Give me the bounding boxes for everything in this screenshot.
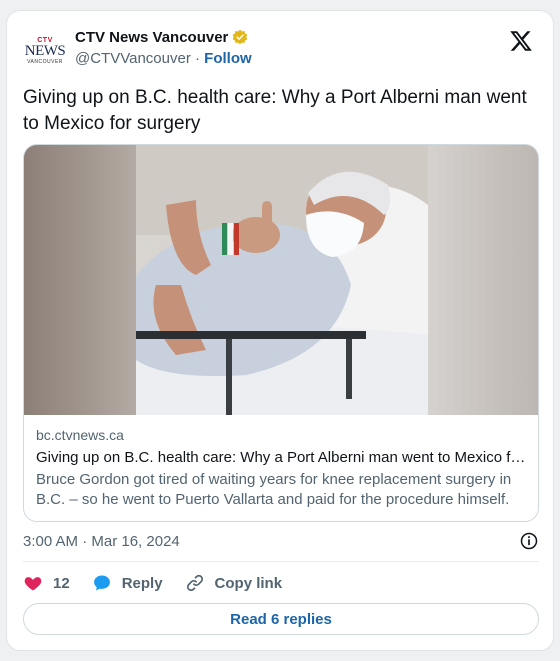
display-name[interactable]: CTV News Vancouver [75,29,228,46]
display-name-row: CTV News Vancouver [75,27,252,47]
tweet-timestamp[interactable]: 3:00 AM · Mar 16, 2024 [23,533,180,550]
action-bar: 12 Reply Copy link [23,571,304,595]
link-preview-card[interactable]: bc.ctvnews.ca Giving up on B.C. health c… [23,144,539,522]
read-replies-button[interactable]: Read 6 replies [23,603,539,635]
account-names: CTV News Vancouver @CTVVancouver · Follo… [75,27,252,68]
logo-city-text: VANCOUVER [27,59,63,65]
account-avatar[interactable]: CTV NEWS VANCOUVER [23,31,67,71]
reply-label: Reply [121,574,163,592]
logo-news-text: NEWS [24,43,66,59]
divider [23,561,539,562]
tweet-embed-card: CTV NEWS VANCOUVER CTV News Vancouver @C… [6,10,554,651]
account-handle[interactable]: @CTVVancouver [75,50,191,67]
reply-bubble-icon [93,575,110,591]
tweet-text: Giving up on B.C. health care: Why a Por… [23,87,527,134]
verified-badge-icon [233,29,248,45]
link-preview-image[interactable] [24,145,538,415]
link-title[interactable]: Giving up on B.C. health care: Why a Por… [36,449,526,466]
info-icon[interactable] [519,531,539,551]
handle-row: @CTVVancouver · Follow [75,50,252,67]
like-count: 12 [53,574,70,592]
timestamp-row: 3:00 AM · Mar 16, 2024 [23,529,539,553]
link-domain: bc.ctvnews.ca [36,427,124,443]
link-meta: bc.ctvnews.ca Giving up on B.C. health c… [24,415,538,510]
copy-link-button[interactable]: Copy link [185,573,283,593]
tweet-header: CTV NEWS VANCOUVER CTV News Vancouver @C… [23,27,537,71]
handle-separator: · [195,50,200,67]
media-blur-right [426,145,538,415]
x-logo-icon[interactable] [509,29,533,53]
link-icon [186,574,203,592]
copy-link-label: Copy link [214,574,283,592]
like-button[interactable]: 12 [23,573,70,593]
heart-icon [24,577,42,591]
link-description: Bruce Gordon got tired of waiting years … [36,471,512,508]
follow-button[interactable]: Follow [204,50,252,67]
media-blur-left [24,145,136,415]
reply-button[interactable]: Reply [92,573,163,593]
patient-hospital-photo [136,145,428,415]
